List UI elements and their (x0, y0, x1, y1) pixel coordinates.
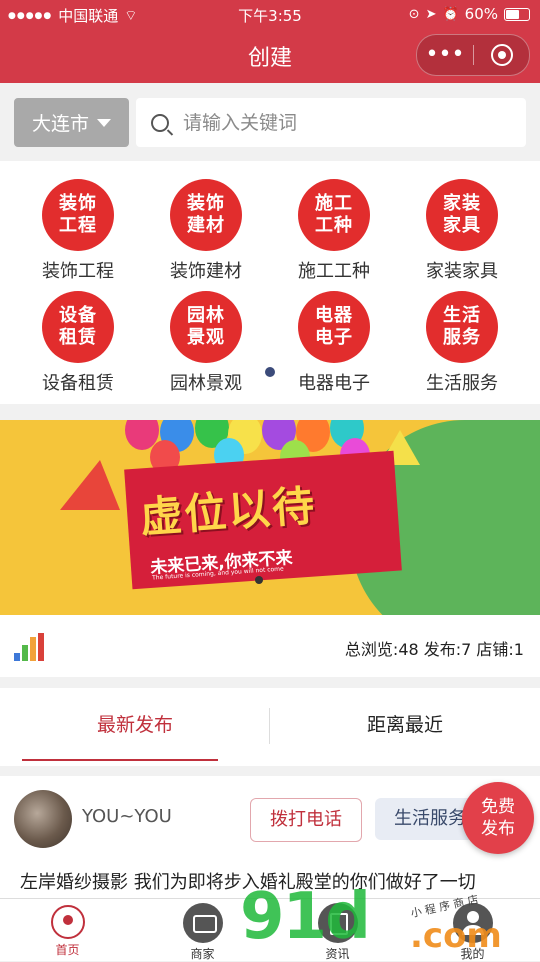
category-garden-landscape[interactable]: 园林 景观 园林景观 (142, 291, 270, 395)
location-pin-icon (50, 905, 85, 939)
watermark: 91d 小 程 序 商 店 .com (240, 880, 540, 960)
location-icon: ➤ (425, 6, 437, 22)
category-label: 施工工种 (298, 261, 370, 282)
icon-text-bottom: 工种 (315, 215, 353, 236)
icon-text-top: 设备 (59, 305, 97, 326)
icon-text-top: 园林 (187, 305, 225, 326)
icon-text-bottom: 租赁 (59, 327, 97, 348)
tabbar-home[interactable]: 首页 (0, 903, 135, 958)
watermark-main: 91d (240, 880, 371, 954)
avatar[interactable] (14, 790, 72, 848)
close-button[interactable] (474, 44, 529, 66)
post-username: YOU~YOU (82, 806, 172, 827)
equipment-rental-icon: 设备 租赁 (42, 291, 114, 363)
city-label: 大连市 (31, 113, 89, 135)
search-bar: 大连市 (0, 83, 540, 161)
appliances-electronics-icon: 电器 电子 (298, 291, 370, 363)
decoration-materials-icon: 装饰 建材 (170, 179, 242, 251)
tab-latest[interactable]: 最新发布 (0, 688, 270, 766)
category-equipment-rental[interactable]: 设备 租赁 设备租赁 (14, 291, 142, 395)
category-label: 电器电子 (298, 373, 370, 394)
search-icon (151, 113, 169, 132)
home-furniture-icon: 家装 家具 (426, 179, 498, 251)
category-label: 园林景观 (170, 373, 242, 394)
more-button[interactable]: ••• (417, 37, 473, 73)
feed-tabs: 最新发布 距离最近 (0, 688, 540, 766)
fab-line1: 免费 (481, 797, 515, 817)
stats-row: 总浏览:48 发布:7 店铺:1 (0, 615, 540, 677)
icon-text-top: 装饰 (59, 193, 97, 214)
alarm-icon: ⏰ (442, 6, 459, 22)
icon-text-bottom: 家具 (443, 215, 481, 236)
garden-landscape-icon: 园林 景观 (170, 291, 242, 363)
icon-text-top: 装饰 (187, 193, 225, 214)
icon-text-top: 生活 (443, 305, 481, 326)
battery-icon (504, 7, 530, 21)
category-home-furniture[interactable]: 家装 家具 家装家具 (398, 179, 526, 283)
category-construction-trades[interactable]: 施工 工种 施工工种 (270, 179, 398, 283)
stats-text: 总浏览:48 发布:7 店铺:1 (344, 640, 524, 659)
icon-text-bottom: 服务 (443, 327, 481, 348)
search-input[interactable] (181, 110, 505, 135)
clock: 下午3:55 (238, 7, 302, 25)
life-services-icon: 生活 服务 (426, 291, 498, 363)
category-decoration-engineering[interactable]: 装饰 工程 装饰工程 (14, 179, 142, 283)
mini-program-capsule: ••• (416, 34, 530, 76)
free-publish-button[interactable]: 免费 发布 (462, 782, 534, 854)
status-bar: ●●●●● 中国联通 ⌔ 下午3:55 ⊙ ➤ ⏰ 60% (0, 0, 540, 28)
category-decoration-materials[interactable]: 装饰 建材 装饰建材 (142, 179, 270, 283)
category-appliances-electronics[interactable]: 电器 电子 电器电子 (270, 291, 398, 395)
nav-bar: 创建 ••• (0, 28, 540, 83)
category-label: 设备租赁 (42, 373, 114, 394)
banner-indicator-dot (255, 576, 263, 584)
icon-text-top: 家装 (443, 193, 481, 214)
category-life-services[interactable]: 生活 服务 生活服务 (398, 291, 526, 395)
tabbar-label: 首页 (55, 943, 80, 957)
icon-text-bottom: 建材 (187, 215, 225, 236)
caret-down-icon (97, 118, 111, 127)
category-label: 装饰建材 (170, 261, 242, 282)
icon-text-bottom: 电子 (315, 327, 353, 348)
store-icon (182, 903, 223, 943)
battery-percent: 60% (464, 5, 498, 23)
icon-text-top: 施工 (315, 193, 353, 214)
page-indicator-dot (265, 367, 275, 377)
decor-triangle (60, 460, 120, 510)
decoration-engineering-icon: 装饰 工程 (42, 179, 114, 251)
construction-trades-icon: 施工 工种 (298, 179, 370, 251)
category-label: 生活服务 (426, 373, 498, 394)
icon-text-bottom: 景观 (187, 327, 225, 348)
city-selector[interactable]: 大连市 (14, 98, 129, 147)
category-label: 家装家具 (426, 261, 498, 282)
icon-text-bottom: 工程 (59, 215, 97, 236)
fab-line2: 发布 (481, 819, 515, 839)
watermark-domain: .com (410, 916, 502, 956)
banner-headline: 虚位以待 (138, 480, 318, 543)
tab-nearest[interactable]: 距离最近 (270, 688, 540, 766)
search-box[interactable] (136, 98, 526, 147)
category-label: 装饰工程 (42, 261, 114, 282)
promo-banner[interactable]: 虚位以待 未来已来,你来不来 The future is coming, and… (0, 420, 540, 615)
orientation-lock-icon: ⊙ (408, 6, 420, 22)
close-target-icon (490, 44, 513, 66)
call-button[interactable]: 拨打电话 (250, 798, 362, 842)
icon-text-top: 电器 (315, 305, 353, 326)
bar-chart-icon (14, 633, 46, 661)
